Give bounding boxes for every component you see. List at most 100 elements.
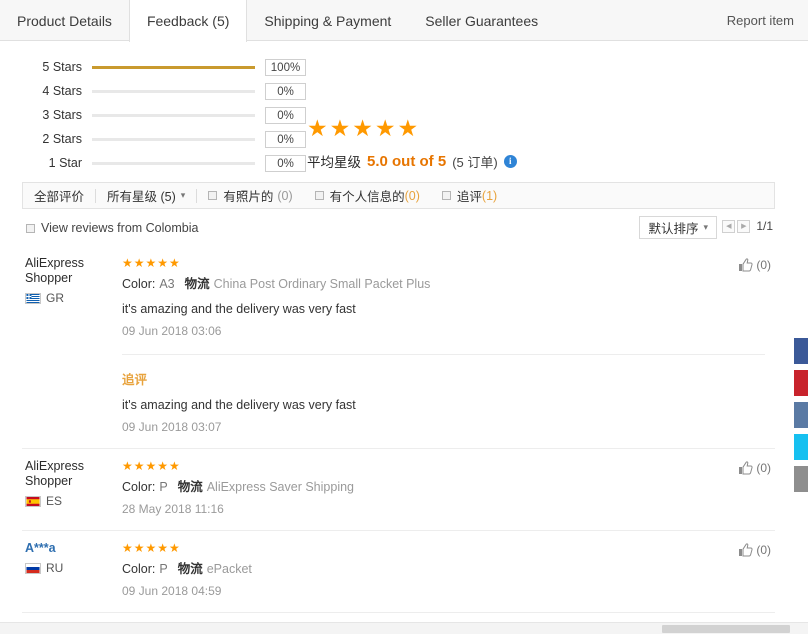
tab-label: Product Details	[17, 12, 112, 29]
logistics-value: China Post Ordinary Small Packet Plus	[213, 277, 431, 291]
rating-bar-fill	[92, 65, 255, 69]
horizontal-scrollbar[interactable]	[0, 622, 808, 634]
filter-with-photos-label: 有照片的	[223, 190, 274, 204]
average-rating-score: 5.0 out of 5	[367, 152, 447, 170]
review-date: 09 Jun 2018 04:59	[122, 584, 222, 598]
followup-review: 追评 it's amazing and the delivery was very…	[122, 354, 765, 434]
filter-with-personal-info-count: (0)	[404, 188, 420, 203]
rating-bar-percent: 100%	[265, 58, 306, 76]
reviewer-info: AliExpress Shopper ES	[22, 459, 122, 530]
scrollbar-thumb[interactable]	[662, 625, 790, 633]
followup-date: 09 Jun 2018 03:07	[122, 420, 222, 434]
review-item: A***a RU ★★★★★ Color: P 物流 ePacket 09 Jun 2018 …	[22, 530, 775, 612]
tab-product-details[interactable]: Product Details	[0, 0, 129, 41]
pinterest-share-button[interactable]	[794, 370, 808, 396]
greece-flag	[25, 292, 41, 304]
page-indicator: 1/1	[756, 219, 773, 233]
rating-bar-label: 1 Star	[48, 156, 82, 170]
reviewer-name: AliExpress Shopper	[25, 459, 85, 488]
rating-bar-label: 3 Stars	[42, 108, 82, 122]
country-code: GR	[46, 291, 64, 305]
review-filter-bar: 全部评价 所有星级 (5) ▾ 有照片的 (0) 有个人信息的 (0) 追评 (…	[22, 182, 775, 209]
rating-bar-row[interactable]: 4 Stars 0%	[32, 79, 306, 103]
rating-bar-percent: 0%	[265, 130, 306, 148]
helpful-count: (0)	[756, 543, 771, 557]
prev-page-button[interactable]: ◀	[722, 219, 736, 233]
tab-label: Feedback (5)	[146, 13, 230, 29]
review-text: it's amazing and the delivery was very f…	[122, 302, 356, 316]
review-body: ★★★★★ Color: A3 物流 China Post Ordinary Small…	[122, 256, 775, 448]
filter-with-personal-info-label: 有个人信息的	[329, 190, 405, 204]
filter-followup[interactable]: 追评 (1)	[431, 183, 508, 208]
color-value: P	[159, 562, 168, 576]
reviewer-info: AliExpress Shopper GR	[22, 256, 122, 448]
social-share-strip	[794, 338, 808, 498]
reviewer-country: ES	[25, 494, 122, 508]
pagination: ◀ ▶ 1/1	[722, 219, 773, 233]
average-rating-label: 平均星级	[307, 155, 361, 170]
review-item: AliExpress Shopper ES ★★★★★ Color: P 物流 AliExp…	[22, 448, 775, 530]
sort-label: 默认排序	[648, 222, 699, 236]
reviewer-country: GR	[25, 291, 122, 305]
review-date: 28 May 2018 11:16	[122, 502, 224, 516]
review-stars-icon: ★★★★★	[122, 541, 181, 555]
rating-bar-percent: 0%	[265, 106, 306, 124]
tab-seller-guarantees[interactable]: Seller Guarantees	[408, 0, 555, 41]
vk-share-button[interactable]	[794, 402, 808, 428]
filter-all-reviews-label: 全部评价	[34, 190, 85, 204]
rating-bar-row[interactable]: 2 Stars 0%	[32, 127, 306, 151]
review-stars-icon: ★★★★★	[122, 256, 181, 270]
next-page-button[interactable]: ▶	[737, 219, 751, 233]
filter-with-photos-count: (0)	[277, 188, 293, 203]
logistics-key: 物流	[184, 277, 210, 291]
review-controls-row: View reviews from Colombia 默认排序 ▾ ◀ ▶ 1/…	[22, 216, 775, 243]
filter-with-photos[interactable]: 有照片的 (0)	[197, 183, 303, 208]
average-rating-line: 平均星级 5.0 out of 5 (5 订单) i	[307, 151, 517, 171]
rating-summary: 5 Stars 100% 4 Stars 0% 3 Stars 0% 2 Stars 0% 1 …	[0, 41, 808, 176]
twitter-share-button[interactable]	[794, 434, 808, 460]
sort-dropdown[interactable]: 默认排序 ▾	[639, 216, 717, 239]
rating-bar-row[interactable]: 1 Star 0%	[32, 151, 306, 175]
review-list: AliExpress Shopper GR ★★★★★ Color: A3 物流 China…	[22, 246, 775, 634]
tab-shipping-payment[interactable]: Shipping & Payment	[247, 0, 408, 41]
country-code: RU	[46, 561, 64, 575]
rating-bar-row[interactable]: 3 Stars 0%	[32, 103, 306, 127]
filter-with-personal-info[interactable]: 有个人信息的 (0)	[304, 183, 431, 208]
review-date: 09 Jun 2018 03:06	[122, 324, 222, 338]
more-share-button[interactable]	[794, 466, 808, 492]
checkbox-colombia[interactable]	[26, 223, 35, 233]
rating-bar-track	[92, 161, 255, 165]
chevron-down-icon: ▾	[180, 190, 186, 200]
helpful-button[interactable]: (0)	[738, 258, 771, 272]
report-item-link[interactable]: Report item	[727, 0, 794, 41]
rating-bar-track	[92, 137, 255, 141]
checkbox-with-personal-info[interactable]	[314, 191, 324, 200]
review-body: ★★★★★ Color: P 物流 AliExpress Saver Shipping 2…	[122, 459, 775, 530]
thumbs-up-icon	[739, 461, 753, 475]
facebook-share-button[interactable]	[794, 338, 808, 364]
helpful-button[interactable]: (0)	[738, 461, 771, 475]
view-reviews-from-colombia-option[interactable]: View reviews from Colombia	[26, 221, 198, 235]
followup-title: 追评	[122, 373, 148, 387]
average-rating-block: ★★★★★ 平均星级 5.0 out of 5 (5 订单) i	[307, 117, 517, 171]
rating-bars: 5 Stars 100% 4 Stars 0% 3 Stars 0% 2 Stars 0% 1 …	[32, 55, 306, 175]
thumbs-up-icon	[739, 258, 753, 272]
review-attributes: Color: P 物流 AliExpress Saver Shipping	[122, 479, 765, 495]
russia-flag	[25, 562, 41, 574]
order-count: (5 订单)	[452, 154, 498, 170]
filter-all-stars[interactable]: 所有星级 (5) ▾	[96, 183, 196, 208]
helpful-button[interactable]: (0)	[738, 543, 771, 557]
tab-feedback-5[interactable]: Feedback (5)	[128, 0, 248, 42]
logistics-key: 物流	[177, 562, 203, 576]
info-icon[interactable]: i	[503, 154, 517, 168]
checkbox-with-photos[interactable]	[208, 191, 218, 200]
rating-bar-track	[92, 113, 255, 117]
reviewer-name: AliExpress Shopper	[25, 256, 85, 285]
review-attributes: Color: P 物流 ePacket	[122, 561, 765, 577]
reviewer-name[interactable]: A***a	[25, 541, 122, 556]
thumbs-up-icon	[739, 543, 753, 557]
checkbox-followup[interactable]	[441, 191, 451, 200]
filter-all-reviews[interactable]: 全部评价	[23, 183, 95, 208]
rating-bar-row[interactable]: 5 Stars 100%	[32, 55, 306, 79]
feedback-page: Product Details Feedback (5) Shipping & Pa…	[0, 0, 808, 634]
